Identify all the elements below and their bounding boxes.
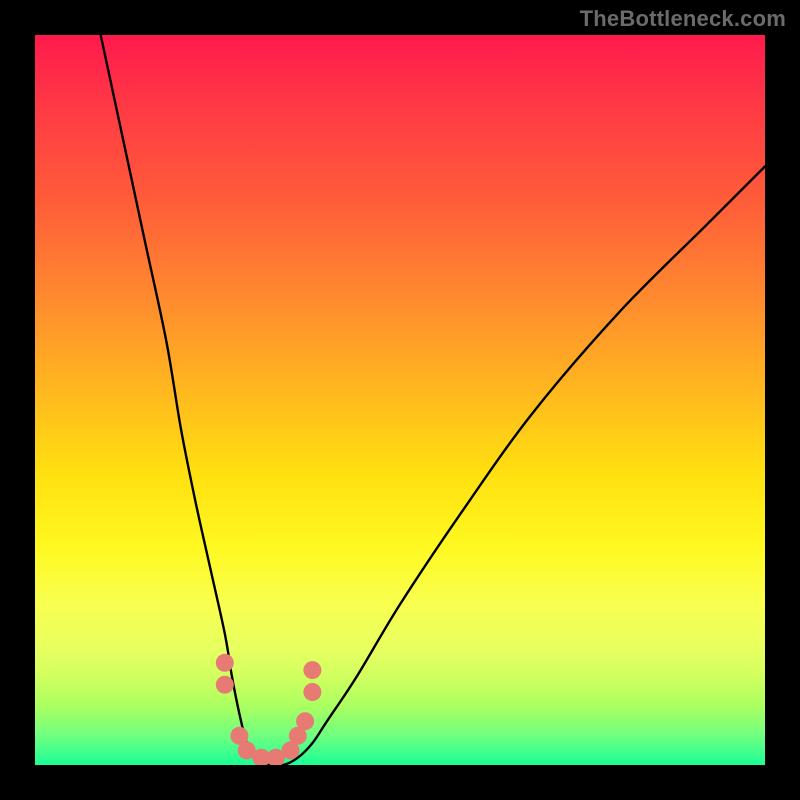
marker-dot <box>303 683 321 701</box>
marker-dot <box>216 676 234 694</box>
chart-frame: TheBottleneck.com <box>0 0 800 800</box>
marker-dot <box>303 661 321 679</box>
watermark-text: TheBottleneck.com <box>580 6 786 32</box>
plot-area <box>35 35 765 765</box>
plot-svg <box>35 35 765 765</box>
marker-dot <box>296 712 314 730</box>
series-layer <box>101 35 765 765</box>
series-bottleneck-curve <box>101 35 765 765</box>
marker-dot <box>216 654 234 672</box>
